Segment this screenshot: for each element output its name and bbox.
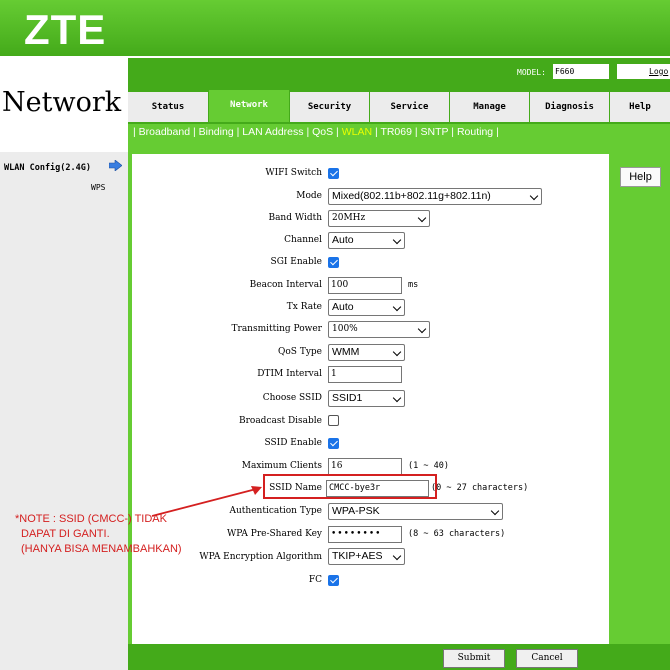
chevron-down-icon [417,213,427,223]
content-left-border [128,141,132,644]
sgi-enable-label: SGI Enable [270,257,322,267]
bottom-bar [128,644,670,670]
beacon-interval-input[interactable]: 100 [328,277,402,294]
wifi-switch-label: WIFI Switch [265,168,322,178]
chevron-down-icon [529,191,539,201]
cancel-button[interactable]: Cancel [516,649,578,668]
content-top-border [128,141,670,154]
choose-ssid-label: Choose SSID [262,393,322,403]
tx-rate-select[interactable]: Auto [328,299,405,316]
page-title: Network [2,87,122,118]
submit-button[interactable]: Submit [443,649,505,668]
help-panel [609,154,670,644]
maximum-clients-label: Maximum Clients [241,461,322,471]
tab-help[interactable]: Help [610,92,670,122]
subnav-tr069[interactable]: TR069 [380,126,412,138]
tab-manage[interactable]: Manage [450,92,529,122]
chevron-down-icon [392,347,402,357]
maximum-clients-hint: (1 ~ 40) [408,461,449,471]
transmitting-power-label: Transmitting Power [231,324,322,334]
arrow-right-icon [109,160,122,171]
band-width-label: Band Width [268,213,322,223]
choose-ssid-value: SSID1 [332,392,363,404]
band-width-select[interactable]: 20MHz [328,210,430,227]
qos-type-label: QoS Type [278,347,322,357]
chevron-down-icon [417,324,427,334]
maximum-clients-input[interactable]: 16 [328,458,402,475]
sidebar-item-wps[interactable]: WPS [91,183,105,192]
tab-status[interactable]: Status [128,92,208,122]
tx-rate-label: Tx Rate [286,302,322,312]
tx-rate-value: Auto [332,301,354,313]
broadcast-disable-checkbox[interactable] [328,415,339,426]
wpa-encryption-select[interactable]: TKIP+AES [328,548,405,565]
beacon-interval-unit: ms [408,280,419,290]
annotation-note: *NOTE : SSID (CMCC-) TIDAK DAPAT DI GANT… [15,512,182,557]
ssid-enable-checkbox[interactable] [328,438,339,449]
ssid-name-hint: (0 ~ 27 characters) [431,483,529,493]
tab-security[interactable]: Security [290,92,369,122]
tab-diagnosis[interactable]: Diagnosis [530,92,609,122]
logout-link[interactable]: Logo [617,64,670,79]
annotation-line-2: DAPAT DI GANTI. [21,528,110,540]
annotation-line-1: *NOTE : SSID (CMCC-) TIDAK [15,513,167,525]
subnav-broadband[interactable]: Broadband [139,126,190,138]
wpa-encryption-value: TKIP+AES [332,550,383,562]
chevron-down-icon [392,235,402,245]
bottom-left-strip [0,644,128,670]
channel-label: Channel [284,235,322,245]
sidebar-item-wlan-config[interactable]: WLAN Config(2.4G) [4,163,91,173]
ssid-name-input[interactable]: CMCC-bye3r [326,480,429,497]
subnav-wlan[interactable]: WLAN [342,126,372,138]
mode-label: Mode [296,191,322,201]
chevron-down-icon [392,551,402,561]
channel-select[interactable]: Auto [328,232,405,249]
subnav-lan-address[interactable]: LAN Address [242,126,303,138]
choose-ssid-select[interactable]: SSID1 [328,390,405,407]
ssid-enable-label: SSID Enable [264,438,322,448]
subnav-routing[interactable]: Routing [457,126,493,138]
tab-network[interactable]: Network [209,90,289,122]
ssid-name-label: SSID Name [269,483,322,493]
tab-service[interactable]: Service [370,92,449,122]
authentication-type-select[interactable]: WPA-PSK [328,503,503,520]
top-banner: ZTE [0,0,670,56]
dtim-interval-input[interactable]: 1 [328,366,402,383]
band-width-value: 20MHz [332,213,366,223]
fc-label: FC [308,575,322,585]
subnav-sntp[interactable]: SNTP [421,126,449,138]
zte-logo: ZTE [24,6,107,53]
mode-select[interactable]: Mixed(802.11b+802.11g+802.11n) [328,188,542,205]
wpa-key-input[interactable]: •••••••• [328,526,402,543]
subnav-qos[interactable]: QoS [312,126,333,138]
mode-value: Mixed(802.11b+802.11g+802.11n) [332,190,491,202]
authentication-type-value: WPA-PSK [332,505,380,517]
wpa-encryption-label: WPA Encryption Algorithm [199,552,322,562]
subnav-binding[interactable]: Binding [199,126,234,138]
channel-value: Auto [332,234,354,246]
left-header: Network [0,56,128,152]
chevron-down-icon [490,506,500,516]
chevron-down-icon [392,302,402,312]
qos-type-select[interactable]: WMM [328,344,405,361]
help-button[interactable]: Help [620,167,661,187]
sgi-enable-checkbox[interactable] [328,257,339,268]
transmitting-power-value: 100% [332,324,358,334]
wpa-key-hint: (8 ~ 63 characters) [408,529,506,539]
transmitting-power-select[interactable]: 100% [328,321,430,338]
qos-type-value: WMM [332,346,360,358]
sub-navigation: | Broadband | Binding | LAN Address | Qo… [128,124,670,141]
wpa-key-label: WPA Pre-Shared Key [226,529,322,539]
fc-checkbox[interactable] [328,575,339,586]
model-label: MODEL: [517,68,546,77]
left-sidebar [0,152,128,644]
model-value: F660 [553,64,609,79]
wifi-switch-checkbox[interactable] [328,168,339,179]
dtim-interval-label: DTIM Interval [257,369,322,379]
annotation-line-3: (HANYA BISA MENAMBAHKAN) [21,543,182,555]
chevron-down-icon [392,393,402,403]
beacon-interval-label: Beacon Interval [249,280,322,290]
broadcast-disable-label: Broadcast Disable [238,416,322,426]
subnav-separator: | [496,126,499,138]
